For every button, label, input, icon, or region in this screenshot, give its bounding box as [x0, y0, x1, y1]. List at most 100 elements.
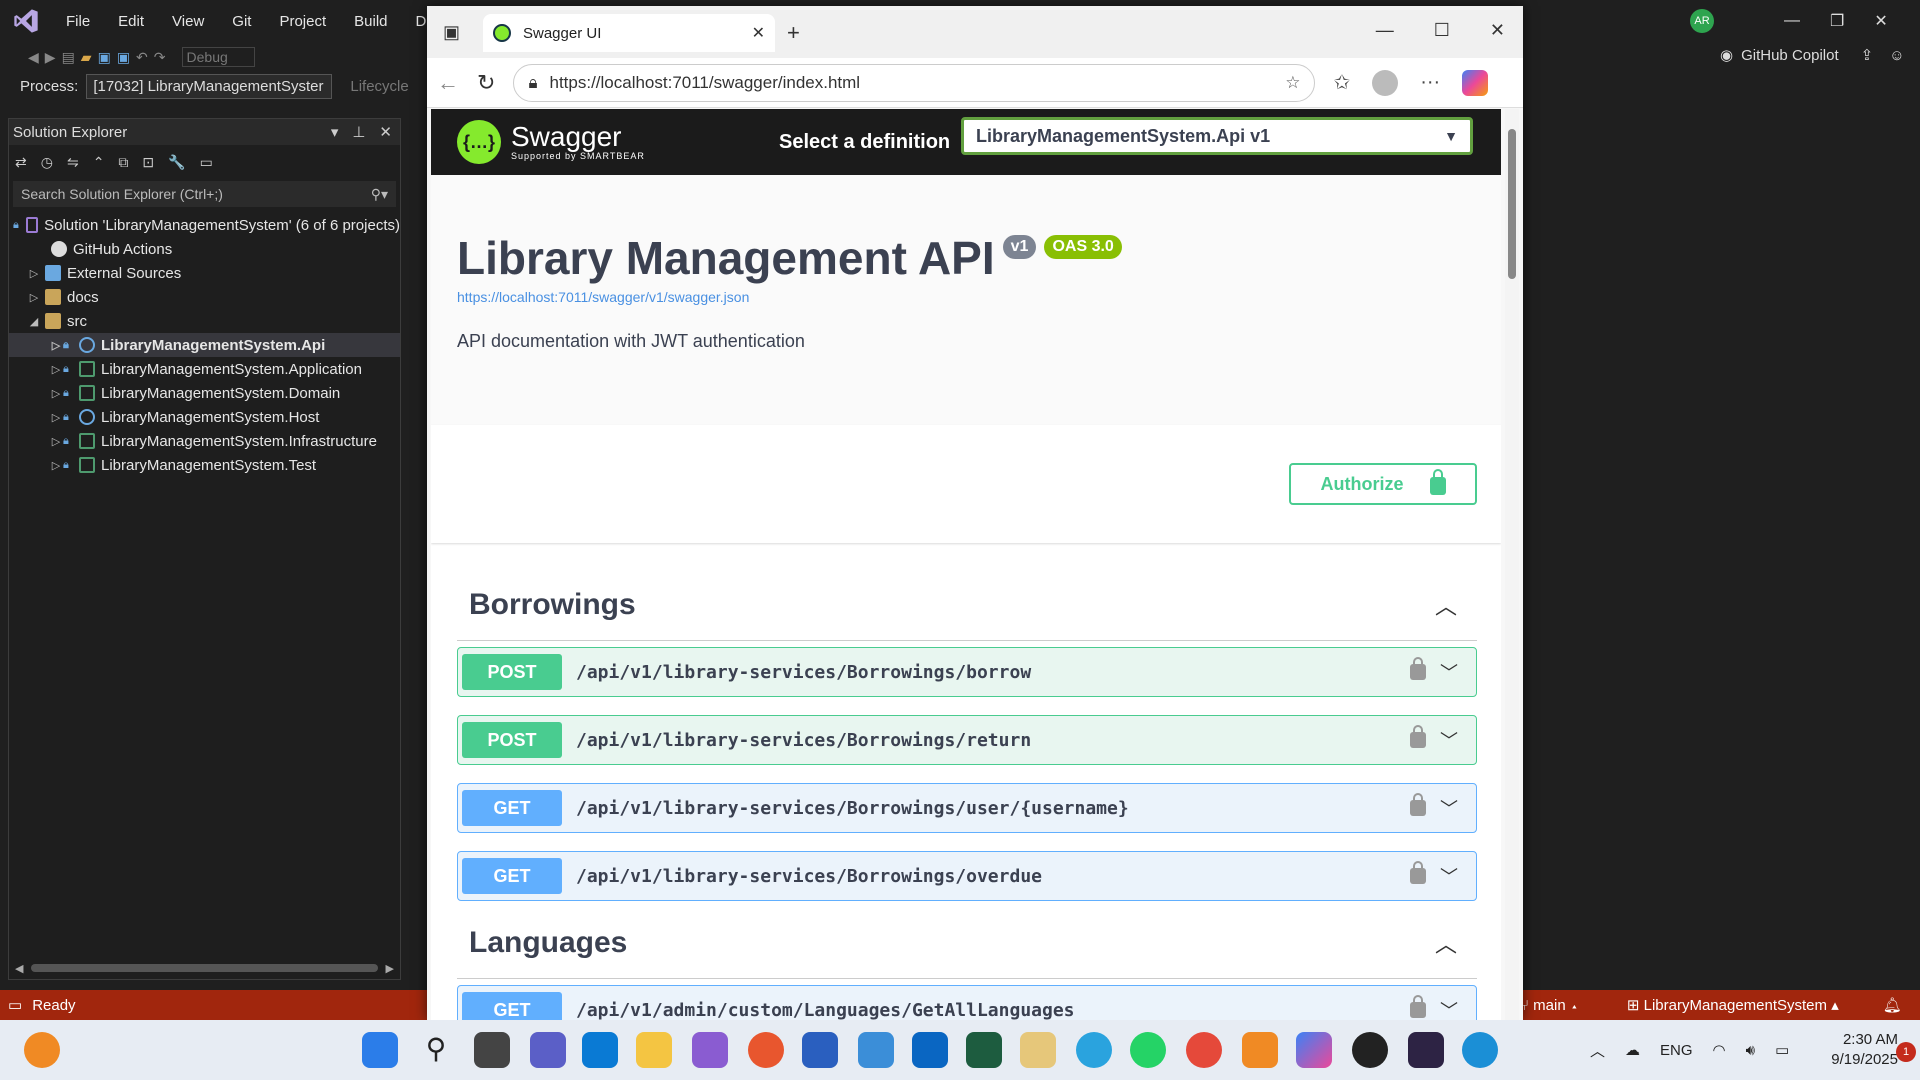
lock-icon[interactable]	[1410, 995, 1426, 1018]
tree-item-github-actions[interactable]: GitHub Actions	[9, 237, 400, 261]
tree-item-project-api[interactable]: ▷ 🔒︎ LibraryManagementSystem.Api	[9, 333, 400, 357]
more-icon[interactable]: ···	[1420, 71, 1440, 94]
vs-close-icon[interactable]: ✕	[1874, 11, 1887, 31]
git-repo[interactable]: ⊞ LibraryManagementSystem ▴	[1627, 996, 1839, 1014]
tag-header-borrowings[interactable]: Borrowings ︿	[457, 569, 1477, 641]
scrollbar-thumb[interactable]	[31, 964, 378, 972]
forward-icon[interactable]: ▶	[45, 49, 56, 66]
page-scrollbar[interactable]	[1505, 109, 1519, 1020]
avatar[interactable]: AR	[1690, 9, 1714, 33]
page-scrollbar-thumb[interactable]	[1508, 129, 1516, 279]
search-icon[interactable]: ⚲▾	[371, 186, 388, 203]
maximize-icon[interactable]: ☐	[1434, 20, 1450, 41]
new-tab-icon[interactable]: +	[787, 20, 800, 46]
sync-icon[interactable]: ⇋	[67, 154, 79, 171]
tab-actions-icon[interactable]: ▣	[443, 22, 460, 43]
tree-item-project-application[interactable]: ▷ 🔒︎ LibraryManagementSystem.Application	[9, 357, 400, 381]
expand-icon[interactable]: ▷	[49, 363, 63, 376]
file-explorer-icon[interactable]	[636, 1032, 672, 1068]
chevron-up-icon[interactable]: ︿	[1435, 589, 1457, 621]
language-indicator[interactable]: ENG	[1660, 1042, 1693, 1059]
expand-icon[interactable]: ▷	[49, 339, 63, 352]
solution-node[interactable]: 🔒︎ Solution 'LibraryManagementSystem' (6…	[9, 213, 400, 237]
undo-icon[interactable]: ↶	[136, 49, 148, 66]
paint-icon[interactable]	[1020, 1032, 1056, 1068]
lock-icon[interactable]	[1410, 861, 1426, 884]
notification-badge[interactable]: 1	[1896, 1042, 1916, 1062]
expand-icon[interactable]: ▷	[49, 411, 63, 424]
open-folder-icon[interactable]: ▰	[81, 49, 92, 66]
firefox-icon[interactable]	[748, 1032, 784, 1068]
clock[interactable]: 2:30 AM 9/19/2025	[1831, 1030, 1898, 1070]
new-item-icon[interactable]: ▤	[62, 49, 75, 66]
scroll-right-icon[interactable]: ▶	[386, 962, 394, 975]
app-icon[interactable]	[1242, 1032, 1278, 1068]
definition-select[interactable]: LibraryManagementSystem.Api v1 ▼	[961, 117, 1473, 155]
terminal-icon[interactable]	[1408, 1032, 1444, 1068]
preview-icon[interactable]: ▭	[200, 154, 213, 171]
chevron-up-icon[interactable]: ︿	[1435, 927, 1457, 959]
battery-icon[interactable]: ▭	[1775, 1041, 1789, 1059]
expand-icon[interactable]: ▷	[27, 291, 41, 304]
spec-link[interactable]: https://localhost:7011/swagger/v1/swagge…	[457, 289, 1475, 305]
close-window-icon[interactable]: ✕	[1490, 20, 1505, 41]
config-dropdown[interactable]: Debug	[181, 47, 255, 67]
tray-overflow-icon[interactable]: ︿	[1590, 1040, 1605, 1061]
edge-copilot-icon[interactable]	[1462, 69, 1489, 96]
save-all-icon[interactable]: ▣	[117, 49, 130, 66]
tree-item-project-host[interactable]: ▷ 🔒︎ LibraryManagementSystem.Host	[9, 405, 400, 429]
refresh-icon[interactable]: ↻	[477, 70, 495, 96]
favorites-icon[interactable]: ✩	[1333, 70, 1350, 95]
onedrive-icon[interactable]: ☁	[1625, 1041, 1640, 1059]
wifi-icon[interactable]: ◠	[1713, 1041, 1726, 1059]
tree-item-src[interactable]: ◢ src	[9, 309, 400, 333]
teams-icon[interactable]	[530, 1032, 566, 1068]
tree-item-project-infrastructure[interactable]: ▷ 🔒︎ LibraryManagementSystem.Infrastruct…	[9, 429, 400, 453]
lock-icon[interactable]	[1410, 793, 1426, 816]
store-icon[interactable]	[802, 1032, 838, 1068]
search-taskbar-icon[interactable]: ⚲	[418, 1032, 454, 1068]
close-icon[interactable]: ✕	[379, 123, 392, 141]
collapse-all-icon[interactable]: ⌃	[93, 154, 105, 171]
chevron-down-icon[interactable]: ﹀	[1440, 997, 1458, 1020]
pending-changes-icon[interactable]: ◷	[41, 154, 53, 171]
copilot-app-icon[interactable]	[1296, 1032, 1332, 1068]
share-icon[interactable]: ⇪	[1861, 46, 1874, 64]
tree-item-project-domain[interactable]: ▷ 🔒︎ LibraryManagementSystem.Domain	[9, 381, 400, 405]
collapse-icon[interactable]: ◢	[27, 315, 41, 328]
lock-icon[interactable]	[1410, 725, 1426, 748]
properties-icon[interactable]: 🔧	[168, 154, 185, 171]
pin-icon[interactable]: ⊥	[352, 123, 365, 141]
vs-maximize-icon[interactable]: ❐	[1830, 11, 1844, 31]
security-app-icon[interactable]	[966, 1032, 1002, 1068]
tree-item-project-test[interactable]: ▷ 🔒︎ LibraryManagementSystem.Test	[9, 453, 400, 477]
chevron-down-icon[interactable]: ﹀	[1440, 727, 1458, 753]
url-text[interactable]: https://localhost:7011/swagger/index.htm…	[549, 73, 860, 93]
switch-views-icon[interactable]: ⇄	[15, 154, 27, 171]
solution-search-input[interactable]: Search Solution Explorer (Ctrl+;) ⚲▾	[13, 181, 396, 207]
copilot-button[interactable]: ◉ GitHub Copilot ⇪ ☺	[1720, 46, 1905, 65]
menu-build[interactable]: Build	[340, 13, 401, 30]
operation-row[interactable]: GET /api/v1/library-services/Borrowings/…	[457, 851, 1477, 901]
chevron-down-icon[interactable]: ﹀	[1440, 863, 1458, 889]
operation-row[interactable]: GET /api/v1/admin/custom/Languages/GetAl…	[457, 985, 1477, 1020]
menu-project[interactable]: Project	[265, 13, 340, 30]
tree-item-docs[interactable]: ▷ docs	[9, 285, 400, 309]
expand-icon[interactable]: ▷	[49, 435, 63, 448]
chevron-down-icon[interactable]: ﹀	[1440, 659, 1458, 685]
lifecycle-label[interactable]: Lifecycle	[350, 78, 408, 95]
chrome-icon[interactable]	[1186, 1032, 1222, 1068]
notifications-icon[interactable]: 🔔︎	[1883, 996, 1902, 1014]
dropdown-icon[interactable]: ▾	[331, 123, 339, 141]
vs-minimize-icon[interactable]: —	[1784, 12, 1800, 30]
tab-swagger-ui[interactable]: Swagger UI ✕	[483, 14, 775, 52]
linkedin-icon[interactable]	[912, 1032, 948, 1068]
sync-app-icon[interactable]	[858, 1032, 894, 1068]
weather-widget-icon[interactable]	[24, 1032, 60, 1068]
redo-icon[interactable]: ↷	[154, 49, 166, 66]
task-view-icon[interactable]	[474, 1032, 510, 1068]
operation-row[interactable]: POST /api/v1/library-services/Borrowings…	[457, 715, 1477, 765]
feedback-icon[interactable]: ☺	[1889, 47, 1904, 64]
chatgpt-icon[interactable]	[1352, 1032, 1388, 1068]
start-icon[interactable]	[362, 1032, 398, 1068]
